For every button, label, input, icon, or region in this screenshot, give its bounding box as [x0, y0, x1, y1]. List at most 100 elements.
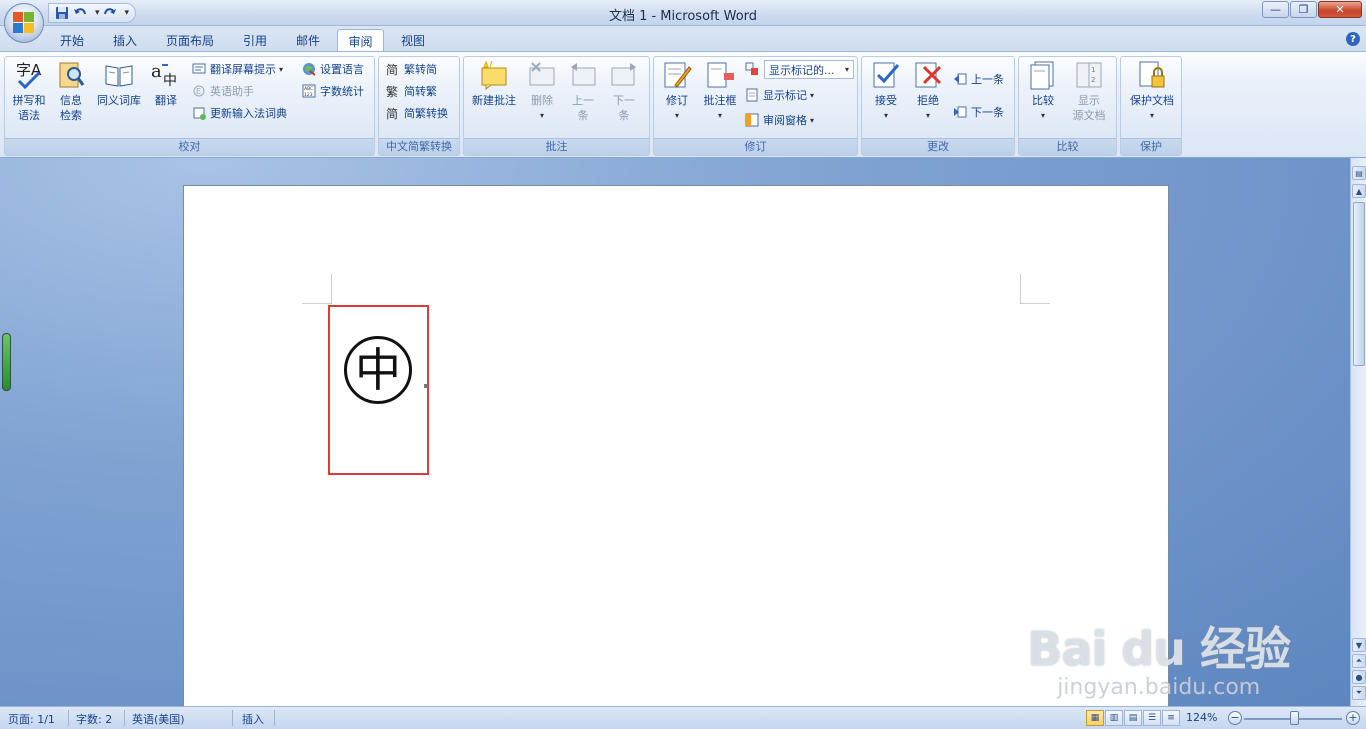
accept-icon: [870, 59, 902, 91]
previous-page-icon[interactable]: ⏶: [1352, 654, 1366, 668]
next-comment-label-1: 下一: [613, 94, 635, 107]
scroll-up-button[interactable]: ▲: [1352, 184, 1366, 198]
simp-to-trad-icon: 繁: [385, 83, 401, 99]
status-separator: [68, 710, 69, 726]
screentip-icon: [191, 61, 207, 77]
compare-button[interactable]: 比较 ▾: [1023, 59, 1063, 123]
show-markup-icon: [744, 87, 760, 103]
balloons-button[interactable]: 批注框 ▾: [698, 59, 742, 123]
previous-change-button[interactable]: 上一条: [952, 69, 1004, 89]
ribbon: 字A 拼写和 语法 信息 检索 同义词库 a中 翻译 翻译屏幕提示 ▾ E 英语…: [0, 51, 1366, 158]
insert-mode-indicator[interactable]: 插入: [242, 711, 264, 727]
thesaurus-button[interactable]: 同义词库: [93, 59, 145, 108]
tab-insert[interactable]: 插入: [103, 29, 147, 52]
help-icon[interactable]: ?: [1346, 32, 1360, 46]
page-indicator[interactable]: 页面: 1/1: [8, 711, 55, 727]
maximize-button[interactable]: ❐: [1290, 1, 1317, 18]
watermark-brand: Bai du 经验: [1027, 622, 1291, 676]
language-indicator[interactable]: 英语(美国): [132, 711, 185, 727]
next-comment-label-2: 条: [618, 109, 630, 122]
research-button[interactable]: 信息 检索: [53, 59, 89, 123]
update-dictionary-icon: [191, 105, 207, 121]
select-browse-object-icon[interactable]: ●: [1352, 670, 1366, 684]
svg-text:a: a: [151, 61, 162, 82]
enclosed-character[interactable]: 中: [344, 336, 412, 404]
track-changes-label: 修订: [666, 94, 688, 107]
tab-view[interactable]: 视图: [391, 29, 435, 52]
update-ime-dictionary-button[interactable]: 更新输入法词典: [191, 103, 287, 123]
zoom-out-button[interactable]: −: [1228, 711, 1242, 725]
chinese-conversion-button[interactable]: 简 简繁转换: [385, 103, 448, 123]
document-page[interactable]: 中: [183, 185, 1169, 706]
tab-page-layout[interactable]: 页面布局: [158, 29, 222, 52]
reviewing-pane-button[interactable]: 审阅窗格 ▾: [744, 110, 814, 130]
left-splitter-handle[interactable]: [2, 333, 11, 391]
resize-handle[interactable]: [424, 384, 428, 388]
english-assistant-label: 英语助手: [210, 85, 254, 98]
show-source-icon: 12: [1073, 59, 1105, 91]
watermark-url: jingyan.baidu.com: [1057, 675, 1261, 700]
office-button[interactable]: [4, 3, 44, 43]
reject-button[interactable]: 拒绝 ▾: [908, 59, 948, 123]
spelling-grammar-button[interactable]: 字A 拼写和 语法: [7, 59, 51, 123]
tab-mailings[interactable]: 邮件: [286, 29, 330, 52]
translation-screentip-button[interactable]: 翻译屏幕提示 ▾: [191, 59, 283, 79]
web-layout-view-icon[interactable]: ▤: [1124, 710, 1142, 726]
delete-comment-button[interactable]: 删除 ▾: [522, 59, 562, 123]
compare-icon: [1027, 59, 1059, 91]
scroll-down-button[interactable]: ▼: [1352, 638, 1366, 652]
title-bar: ▾ ▾ 文档 1 - Microsoft Word — ❐ ✕: [0, 0, 1366, 26]
display-for-review-dropdown[interactable]: 显示标记的... ▾: [764, 60, 854, 79]
compare-label: 比较: [1032, 94, 1054, 107]
close-button[interactable]: ✕: [1318, 1, 1362, 18]
tab-home[interactable]: 开始: [50, 29, 94, 52]
show-markup-button[interactable]: 显示标记 ▾: [744, 85, 814, 105]
new-comment-label: 新建批注: [472, 94, 516, 107]
ruler-toggle-icon[interactable]: ▤: [1352, 166, 1366, 180]
print-layout-view-icon[interactable]: ▦: [1086, 710, 1104, 726]
previous-comment-button[interactable]: 上一 条: [564, 59, 602, 123]
word-count-button[interactable]: ABC 123 字数统计: [301, 81, 364, 101]
tab-references[interactable]: 引用: [233, 29, 277, 52]
document-area: 中 Bai du 经验 jingyan.baidu.com: [0, 158, 1350, 706]
translate-button[interactable]: a中 翻译: [147, 59, 185, 108]
office-logo-icon: [13, 12, 35, 34]
full-screen-reading-view-icon[interactable]: ▥: [1105, 710, 1123, 726]
english-assistant-button[interactable]: E 英语助手: [191, 81, 254, 101]
simp-to-trad-label: 简转繁: [404, 85, 437, 98]
vertical-scrollbar[interactable]: ▤ ▲ ▼ ⏶ ● ⏷: [1350, 158, 1366, 706]
zoom-level[interactable]: 124%: [1186, 711, 1217, 724]
balloons-icon: [704, 59, 736, 91]
protect-document-icon: [1136, 59, 1168, 91]
next-change-button[interactable]: 下一条: [952, 102, 1004, 122]
accept-button[interactable]: 接受 ▾: [866, 59, 906, 123]
new-comment-icon: [478, 59, 510, 91]
ribbon-tabs: 开始 插入 页面布局 引用 邮件 审阅 视图 ?: [0, 26, 1366, 52]
word-count-icon: ABC 123: [301, 83, 317, 99]
status-separator: [274, 710, 275, 726]
traditional-to-simplified-button[interactable]: 简 繁转简: [385, 59, 437, 79]
simplified-to-traditional-button[interactable]: 繁 简转繁: [385, 81, 437, 101]
scrollbar-thumb[interactable]: [1353, 202, 1365, 366]
show-source-documents-button[interactable]: 12 显示 源文档: [1065, 59, 1113, 123]
track-changes-button[interactable]: 修订 ▾: [658, 59, 696, 123]
minimize-button[interactable]: —: [1262, 1, 1289, 18]
zoom-in-button[interactable]: +: [1346, 711, 1360, 725]
set-language-button[interactable]: 设置语言: [301, 59, 364, 79]
spelling-label-1: 拼写和: [12, 94, 46, 107]
next-page-icon[interactable]: ⏷: [1352, 686, 1366, 700]
research-icon: [55, 59, 87, 91]
svg-text:1: 1: [1091, 66, 1095, 74]
protect-document-button[interactable]: 保护文档 ▾: [1124, 59, 1180, 123]
tab-review[interactable]: 审阅: [337, 29, 384, 52]
zoom-slider-thumb[interactable]: [1290, 711, 1299, 725]
new-comment-button[interactable]: 新建批注: [468, 59, 520, 108]
chevron-down-icon: ▾: [539, 111, 544, 120]
balloons-label: 批注框: [703, 94, 737, 107]
show-markup-label: 显示标记: [763, 89, 807, 102]
next-comment-button[interactable]: 下一 条: [604, 59, 644, 123]
outline-view-icon[interactable]: ☰: [1143, 710, 1161, 726]
draft-view-icon[interactable]: ≡: [1162, 710, 1180, 726]
group-tracking: 修订 ▾ 批注框 ▾ 显示标记的... ▾ 显示标记 ▾ 审阅窗格 ▾ 修订: [653, 56, 858, 156]
word-count-indicator[interactable]: 字数: 2: [76, 711, 112, 727]
